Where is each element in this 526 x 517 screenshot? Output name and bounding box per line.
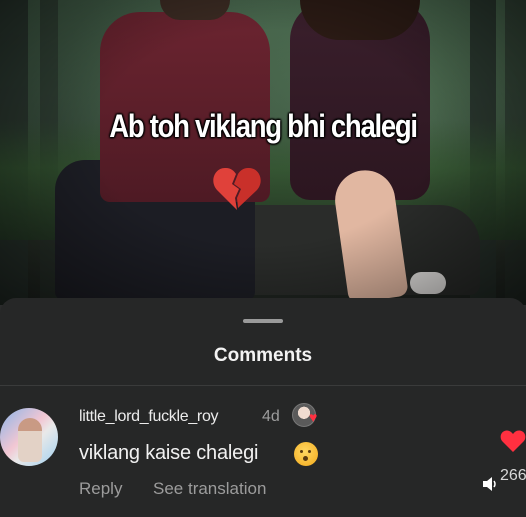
broken-heart-icon — [213, 167, 261, 210]
comments-sheet: Comments little_lord_fuckle_roy 4d ♥ vik… — [0, 298, 526, 517]
comment-timestamp: 4d — [262, 408, 280, 425]
video-vignette — [0, 0, 526, 305]
speaker-icon — [483, 477, 496, 491]
see-translation-button[interactable]: See translation — [153, 479, 266, 499]
like-heart-icon[interactable] — [500, 429, 526, 453]
comments-title: Comments — [213, 345, 313, 366]
sheet-drag-handle[interactable] — [243, 319, 283, 323]
comment-text: viklang kaise chalegi — [79, 442, 259, 464]
creator-liked-heart-icon: ♥ — [309, 409, 318, 425]
reel-video[interactable]: Ab toh viklang bhi chalegi — [0, 0, 526, 305]
like-count: 266 — [500, 467, 526, 484]
divider — [0, 385, 526, 386]
avatar[interactable] — [0, 408, 58, 466]
comment-username[interactable]: little_lord_fuckle_roy — [79, 408, 219, 426]
video-caption: Ab toh viklang bhi chalegi — [109, 108, 418, 144]
raised-eyebrow-face-icon — [294, 442, 318, 466]
avatar-figure — [18, 418, 42, 462]
reply-button[interactable]: Reply — [79, 479, 122, 499]
